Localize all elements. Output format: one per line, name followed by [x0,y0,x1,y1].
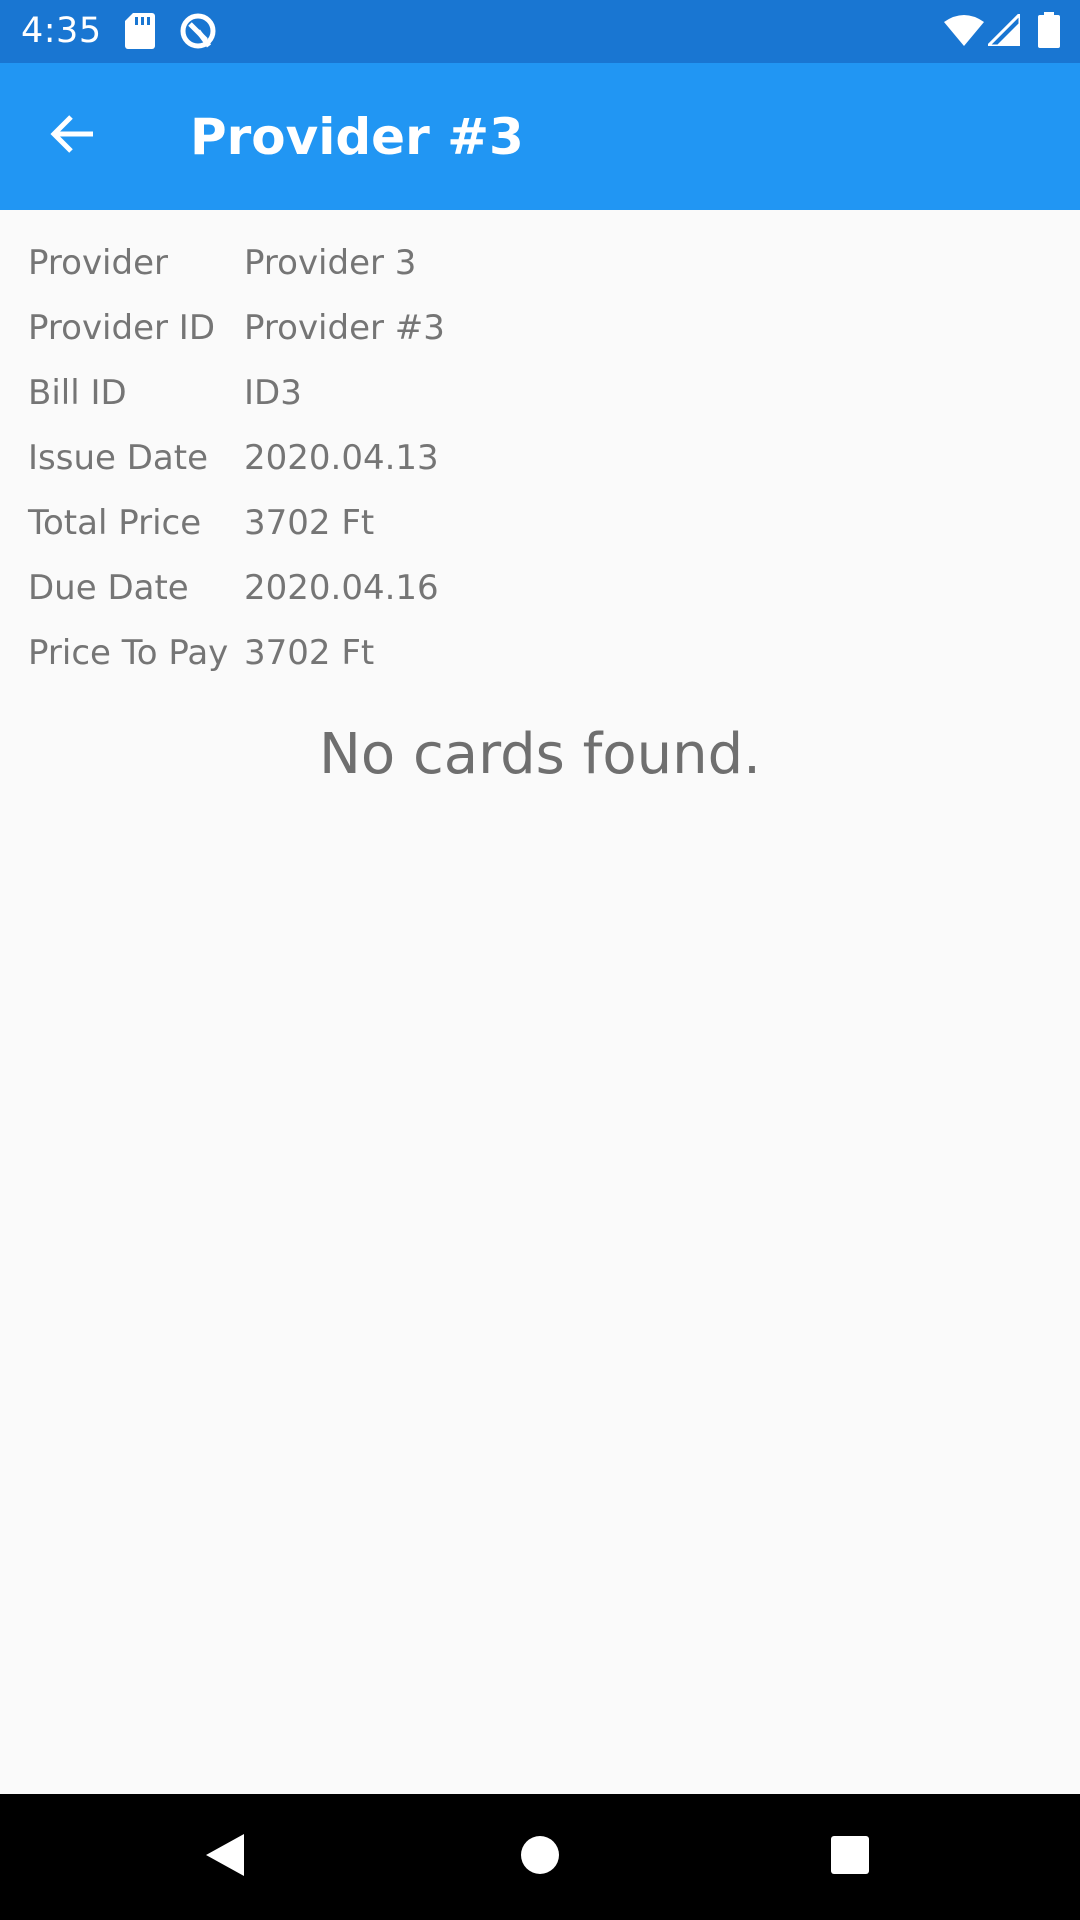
detail-label: Price To Pay [28,633,229,673]
nav-back-icon [204,1832,246,1882]
status-time: 4:35 [21,11,102,51]
detail-row-bill-id: Bill ID ID3 [28,368,1028,433]
screen: 4:35 Provider #3 Provider Provider 3 Pro… [0,0,1080,1920]
detail-label: Bill ID [28,373,127,413]
detail-row-issue-date: Issue Date 2020.04.13 [28,433,1028,498]
detail-label: Issue Date [28,438,208,478]
detail-label: Provider ID [28,308,215,348]
detail-value: 2020.04.13 [244,438,439,478]
back-button[interactable] [36,100,108,172]
app-bar: Provider #3 [0,63,1080,210]
detail-value: Provider #3 [244,308,445,348]
arrow-back-icon [49,114,95,158]
nav-recents-button[interactable] [815,1822,885,1892]
detail-value: Provider 3 [244,243,417,283]
detail-value: 3702 Ft [244,633,375,673]
detail-label: Total Price [28,503,202,543]
detail-value: ID3 [244,373,302,413]
signal-icon [984,10,1022,50]
sd-card-icon [125,13,155,53]
page-title: Provider #3 [190,108,524,166]
sync-icon [179,12,217,54]
detail-value: 2020.04.16 [244,568,439,608]
wifi-icon [944,14,984,50]
detail-value: 3702 Ft [244,503,375,543]
detail-row-price-to-pay: Price To Pay 3702 Ft [28,628,1028,693]
detail-row-provider-id: Provider ID Provider #3 [28,303,1028,368]
detail-label: Due Date [28,568,189,608]
nav-recents-icon [830,1835,870,1879]
battery-icon [1038,12,1060,52]
navigation-bar [0,1794,1080,1920]
bill-details: Provider Provider 3 Provider ID Provider… [28,238,1028,693]
detail-row-total-price: Total Price 3702 Ft [28,498,1028,563]
nav-back-button[interactable] [190,1822,260,1892]
nav-home-button[interactable] [505,1822,575,1892]
detail-label: Provider [28,243,168,283]
status-bar: 4:35 [0,0,1080,63]
empty-message: No cards found. [319,722,761,787]
detail-row-provider: Provider Provider 3 [28,238,1028,303]
nav-home-icon [520,1835,560,1879]
detail-row-due-date: Due Date 2020.04.16 [28,563,1028,628]
